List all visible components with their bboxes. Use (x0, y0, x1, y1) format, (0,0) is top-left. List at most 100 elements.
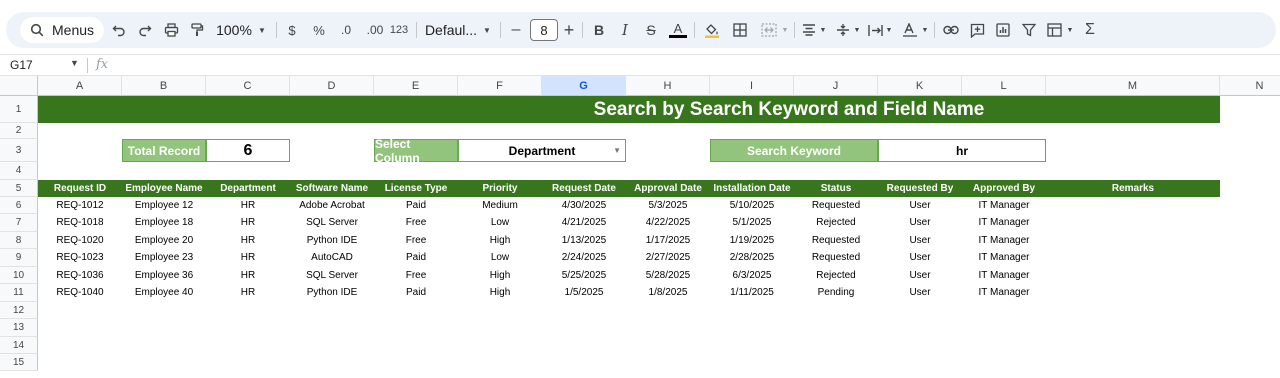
table-cell[interactable]: SQL Server (290, 214, 374, 231)
functions-button[interactable]: Σ (1081, 18, 1099, 42)
table-cell[interactable]: User (878, 214, 962, 231)
table-cell[interactable]: 5/25/2025 (542, 267, 626, 284)
table-cell[interactable]: Employee 36 (122, 267, 206, 284)
table-cell[interactable]: SQL Server (290, 267, 374, 284)
row-header-2[interactable]: 2 (0, 123, 38, 139)
menus-search[interactable]: Menus (20, 17, 104, 43)
italic-button[interactable]: I (617, 18, 633, 42)
table-cell[interactable]: 1/19/2025 (710, 232, 794, 249)
column-header-b[interactable]: B (122, 76, 206, 96)
text-rotation-icon[interactable] (900, 18, 920, 42)
name-box[interactable]: G17 (10, 58, 33, 72)
table-cell[interactable]: Requested (794, 197, 878, 214)
text-color-button[interactable]: A (668, 18, 688, 42)
table-cell[interactable]: REQ-1020 (38, 232, 122, 249)
row-header-4[interactable]: 4 (0, 162, 38, 180)
table-cell[interactable]: Free (374, 214, 458, 231)
column-header-a[interactable]: A (38, 76, 122, 96)
number-format-button[interactable]: 123 (388, 18, 410, 42)
table-cell[interactable]: High (458, 284, 542, 301)
table-cell[interactable]: 1/8/2025 (626, 284, 710, 301)
undo-icon[interactable] (110, 18, 128, 42)
table-cell[interactable]: IT Manager (962, 197, 1046, 214)
table-cell[interactable]: Employee 23 (122, 249, 206, 266)
table-cell[interactable]: 4/22/2025 (626, 214, 710, 231)
table-cell[interactable]: IT Manager (962, 284, 1046, 301)
percent-format-button[interactable]: % (310, 18, 328, 42)
table-cell[interactable]: High (458, 267, 542, 284)
table-cell[interactable] (1046, 284, 1220, 301)
table-cell[interactable]: Pending (794, 284, 878, 301)
row-header-1[interactable]: 1 (0, 96, 38, 123)
insert-link-icon[interactable] (941, 18, 961, 42)
table-cell[interactable] (1046, 232, 1220, 249)
row-header-3[interactable]: 3 (0, 139, 38, 162)
row-header-10[interactable]: 10 (0, 267, 38, 284)
table-cell[interactable]: REQ-1036 (38, 267, 122, 284)
table-cell[interactable]: 5/28/2025 (626, 267, 710, 284)
table-cell[interactable]: HR (206, 232, 290, 249)
text-wrapping-icon[interactable] (866, 18, 884, 42)
table-cell[interactable] (1046, 267, 1220, 284)
table-cell[interactable]: REQ-1040 (38, 284, 122, 301)
table-cell[interactable]: Requested (794, 249, 878, 266)
font-size-input[interactable]: 8 (530, 19, 558, 41)
table-cell[interactable]: REQ-1023 (38, 249, 122, 266)
table-cell[interactable]: 1/5/2025 (542, 284, 626, 301)
table-cell[interactable]: Paid (374, 249, 458, 266)
table-cell[interactable]: Requested (794, 232, 878, 249)
insert-comment-icon[interactable] (967, 18, 987, 42)
table-cell[interactable]: HR (206, 197, 290, 214)
increase-font-size-button[interactable]: + (561, 18, 577, 42)
table-cell[interactable]: 2/24/2025 (542, 249, 626, 266)
column-header-g[interactable]: G (542, 76, 626, 96)
table-cell[interactable]: 5/10/2025 (710, 197, 794, 214)
table-cell[interactable]: HR (206, 214, 290, 231)
table-cell[interactable]: AutoCAD (290, 249, 374, 266)
row-header-5[interactable]: 5 (0, 180, 38, 197)
increase-decimal-button[interactable]: .00 (362, 18, 388, 42)
table-cell[interactable] (1046, 197, 1220, 214)
table-cell[interactable]: 5/3/2025 (626, 197, 710, 214)
chevron-down-icon[interactable]: ▼ (780, 18, 790, 42)
table-cell[interactable]: User (878, 284, 962, 301)
column-header-l[interactable]: L (962, 76, 1046, 96)
table-cell[interactable]: HR (206, 249, 290, 266)
filter-icon[interactable] (1019, 18, 1039, 42)
table-cell[interactable]: User (878, 197, 962, 214)
column-header-c[interactable]: C (206, 76, 290, 96)
column-header-d[interactable]: D (290, 76, 374, 96)
decrease-decimal-button[interactable]: .0 (336, 18, 356, 42)
table-cell[interactable]: Adobe Acrobat (290, 197, 374, 214)
table-cell[interactable]: Free (374, 267, 458, 284)
column-header-h[interactable]: H (626, 76, 710, 96)
currency-format-button[interactable]: $ (284, 18, 300, 42)
font-select[interactable]: Defaul... (425, 18, 477, 42)
strikethrough-button[interactable]: S (643, 18, 659, 42)
zoom-select[interactable]: 100% (214, 18, 254, 42)
chevron-down-icon[interactable]: ▼ (70, 58, 79, 68)
row-header-15[interactable]: 15 (0, 354, 38, 371)
table-cell[interactable]: 1/13/2025 (542, 232, 626, 249)
row-header-9[interactable]: 9 (0, 249, 38, 267)
horizontal-align-icon[interactable] (800, 18, 818, 42)
column-header-i[interactable]: I (710, 76, 794, 96)
chevron-down-icon[interactable]: ▼ (1065, 18, 1075, 42)
column-header-f[interactable]: F (458, 76, 542, 96)
row-header-13[interactable]: 13 (0, 319, 38, 337)
table-cell[interactable]: Python IDE (290, 284, 374, 301)
column-header-e[interactable]: E (374, 76, 458, 96)
table-cell[interactable]: 4/21/2025 (542, 214, 626, 231)
table-cell[interactable]: User (878, 232, 962, 249)
table-cell[interactable]: 5/1/2025 (710, 214, 794, 231)
table-cell[interactable]: IT Manager (962, 249, 1046, 266)
table-cell[interactable]: 6/3/2025 (710, 267, 794, 284)
chevron-down-icon[interactable]: ▼ (256, 18, 268, 42)
table-cell[interactable]: Python IDE (290, 232, 374, 249)
table-cell[interactable]: Rejected (794, 214, 878, 231)
table-cell[interactable]: Employee 20 (122, 232, 206, 249)
paint-format-icon[interactable] (188, 18, 206, 42)
table-cell[interactable]: Rejected (794, 267, 878, 284)
row-header-6[interactable]: 6 (0, 197, 38, 214)
table-cell[interactable]: IT Manager (962, 232, 1046, 249)
